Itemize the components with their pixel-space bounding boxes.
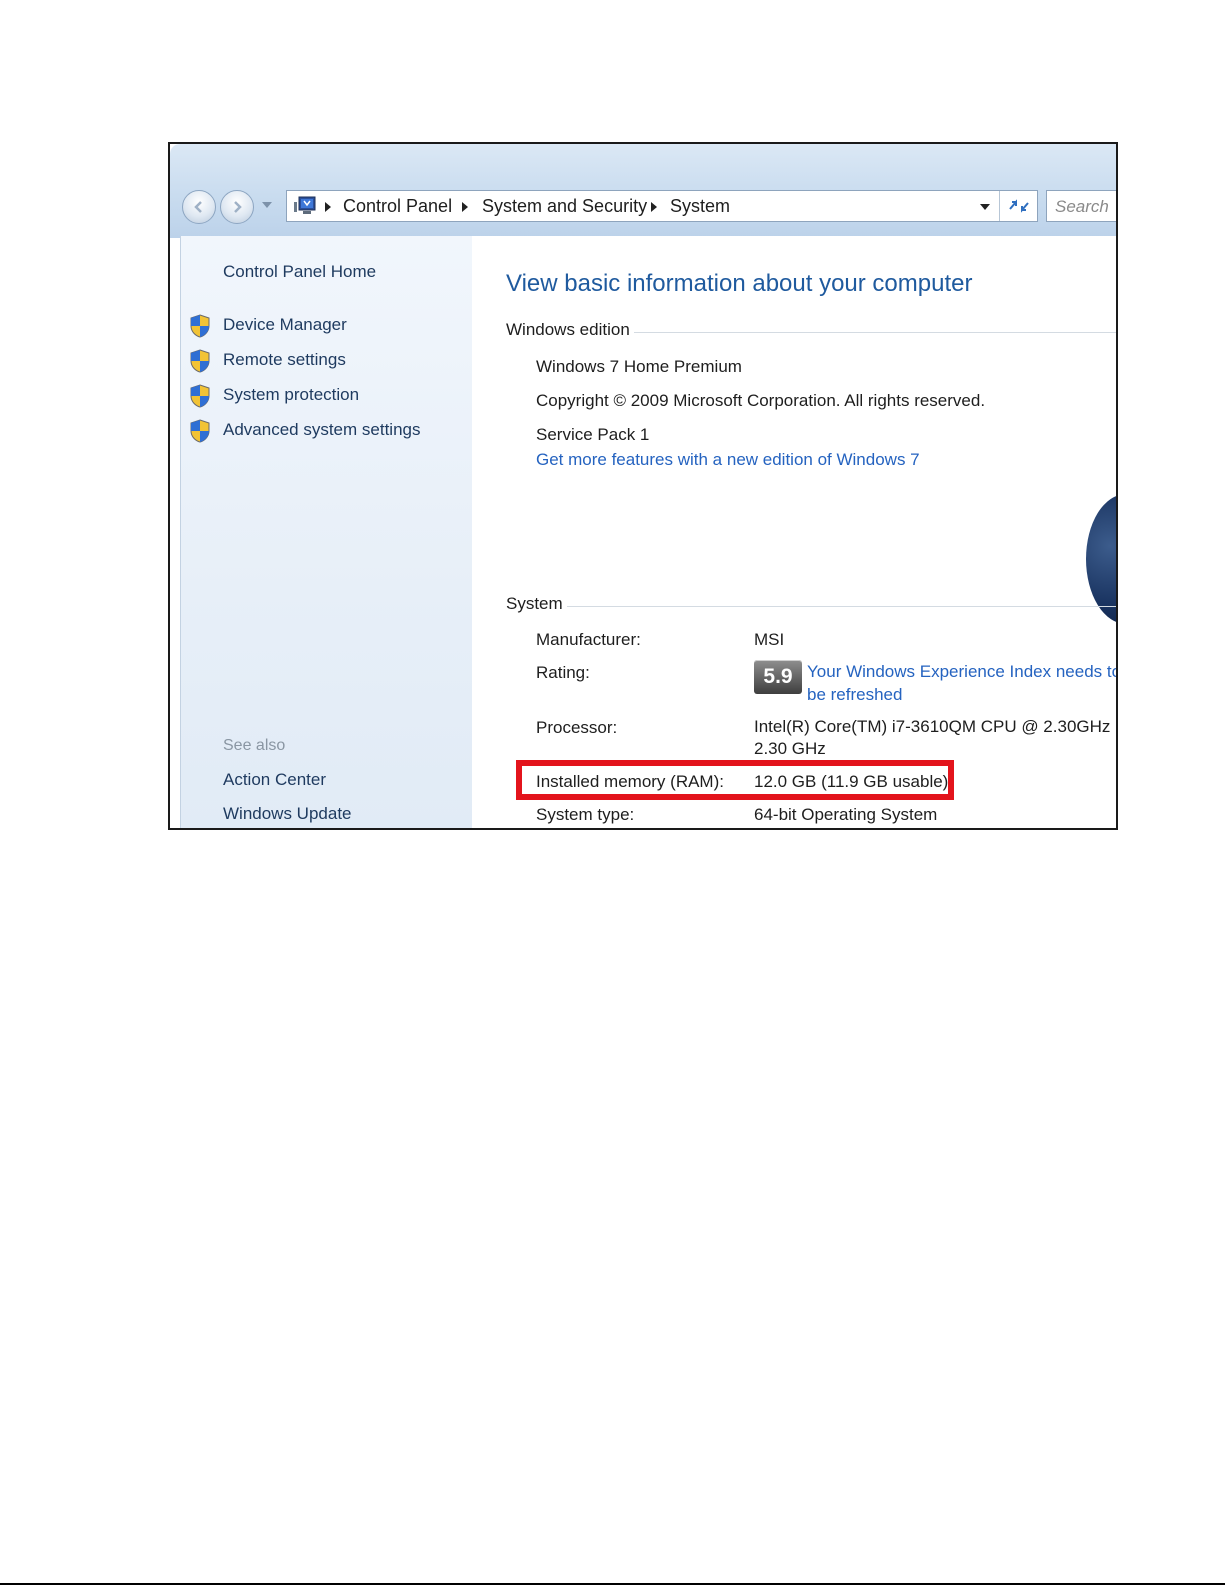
breadcrumb-control-panel[interactable]: Control Panel — [343, 195, 452, 217]
experience-index-badge[interactable]: 5.9 — [754, 660, 802, 694]
processor-value: Intel(R) Core(TM) i7-3610QM CPU @ 2.30GH… — [754, 717, 1111, 736]
forward-arrow-icon — [234, 201, 242, 213]
upgrade-windows-link[interactable]: Get more features with a new edition of … — [536, 450, 920, 470]
service-pack-text: Service Pack 1 — [536, 425, 650, 444]
breadcrumb-system-and-security[interactable]: System and Security — [482, 195, 647, 217]
system-type-value: 64-bit Operating System — [754, 805, 938, 824]
sidebar-item-advanced-system-settings[interactable]: Advanced system settings — [223, 420, 420, 440]
copyright-text: Copyright © 2009 Microsoft Corporation. … — [536, 391, 986, 410]
processor-speed-value: 2.30 GHz — [754, 739, 826, 758]
sidebar-item-system-protection[interactable]: System protection — [223, 385, 359, 405]
section-divider — [506, 606, 1116, 607]
windows-edition-heading: Windows edition — [506, 320, 1116, 344]
screenshot-frame: Control Panel System and Security System… — [168, 142, 1118, 830]
experience-index-link[interactable]: Your Windows Experience Index needs to — [807, 662, 1116, 682]
shield-icon — [190, 349, 210, 373]
sidebar-item-windows-update[interactable]: Windows Update — [223, 804, 352, 824]
experience-index-link-continued[interactable]: be refreshed — [807, 685, 902, 705]
search-box[interactable] — [1046, 190, 1116, 222]
breadcrumb-separator-icon[interactable] — [651, 202, 657, 212]
search-input[interactable] — [1053, 195, 1116, 219]
computer-icon — [294, 196, 316, 214]
main-content: View basic information about your comput… — [472, 236, 1116, 828]
windows-edition-heading-text: Windows edition — [506, 320, 634, 339]
forward-button[interactable] — [220, 190, 254, 224]
shield-icon — [190, 419, 210, 443]
manufacturer-value: MSI — [754, 630, 785, 649]
back-button[interactable] — [182, 190, 216, 224]
sidebar-item-device-manager[interactable]: Device Manager — [223, 315, 347, 335]
processor-label: Processor: — [536, 718, 618, 737]
windows-edition-name: Windows 7 Home Premium — [536, 357, 742, 376]
back-arrow-icon — [194, 201, 202, 213]
shield-icon — [190, 314, 210, 338]
refresh-icon[interactable] — [1007, 197, 1031, 215]
rating-label: Rating: — [536, 663, 590, 682]
system-heading-text: System — [506, 594, 567, 613]
see-also-heading: See also — [223, 737, 286, 754]
control-panel-home-link[interactable]: Control Panel Home — [223, 262, 376, 282]
window-toolbar: Control Panel System and Security System — [170, 144, 1116, 238]
system-type-label: System type: — [536, 805, 635, 824]
breadcrumb-separator-icon — [325, 202, 331, 212]
ram-highlight-box — [516, 760, 954, 800]
address-bar[interactable]: Control Panel System and Security System — [286, 190, 1038, 222]
breadcrumb-system[interactable]: System — [670, 195, 730, 217]
history-dropdown-icon[interactable] — [262, 202, 272, 208]
breadcrumb-separator-icon[interactable] — [462, 202, 468, 212]
address-divider — [999, 191, 1000, 221]
address-dropdown-icon[interactable] — [980, 204, 990, 210]
sidebar-item-remote-settings[interactable]: Remote settings — [223, 350, 346, 370]
system-heading: System — [506, 594, 1116, 618]
page-title: View basic information about your comput… — [506, 270, 973, 297]
sidebar-item-action-center[interactable]: Action Center — [223, 770, 326, 790]
manufacturer-label: Manufacturer: — [536, 630, 641, 649]
sidebar: Control Panel Home Device Manager Remote… — [180, 236, 473, 828]
shield-icon — [190, 384, 210, 408]
